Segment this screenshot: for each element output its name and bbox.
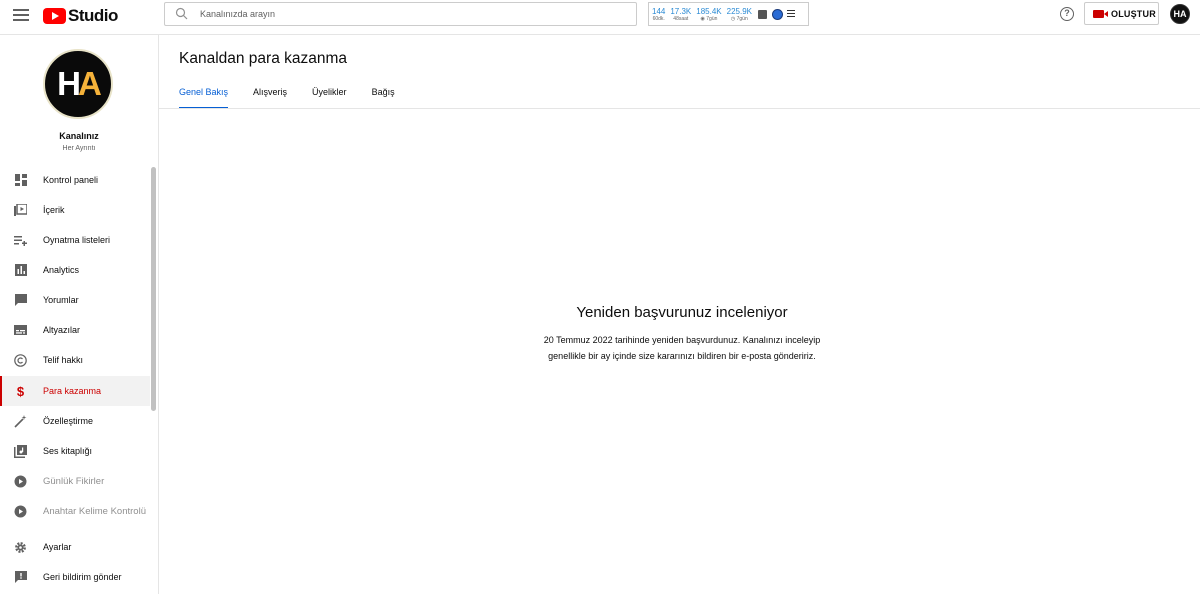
dollar-icon: $ (16, 383, 25, 399)
sidebar-item-label: Anahtar Kelime Kontrolü (43, 505, 146, 517)
stat-watchtime-7d: 225.9K ◷ 7gün (727, 7, 752, 22)
dashboard-icon (14, 174, 27, 187)
sidebar-item-label: Analytics (43, 265, 80, 275)
stat-value: 17.3K (670, 6, 692, 16)
sidebar-item-subtitles[interactable]: Altyazılar (0, 315, 150, 345)
sidebar-item-audio-library[interactable]: Ses kitaplığı (0, 436, 150, 466)
sidebar-scrollbar[interactable] (151, 167, 156, 411)
page-title: Kanaldan para kazanma (179, 50, 348, 67)
tab-overview[interactable]: Genel Bakış (179, 87, 229, 109)
gear-icon (14, 541, 27, 554)
sidebar-item-label: Yorumlar (43, 295, 79, 305)
sidebar-item-label: Telif hakkı (43, 355, 84, 365)
stat-value: 225.9K (726, 6, 752, 16)
tab-donations[interactable]: Bağış (372, 87, 395, 109)
search-box[interactable] (164, 2, 637, 26)
tab-shopping[interactable]: Alışveriş (253, 87, 287, 109)
playlist-icon (14, 234, 27, 247)
tabs-divider (159, 108, 1200, 109)
channel-handle: Her Ayrıntı (62, 145, 96, 152)
sidebar-item-monetization[interactable]: $ Para kazanma (0, 376, 150, 406)
stat-views-7d: 185.4K ◉ 7gün (696, 7, 721, 22)
comments-icon (14, 294, 27, 307)
sidebar-item-label: Ses kitaplığı (43, 446, 93, 456)
sidebar-item-label: Kontrol paneli (43, 175, 99, 185)
sidebar-item-label: Özelleştirme (43, 416, 94, 426)
sidebar-item-playlists[interactable]: Oynatma listeleri (0, 225, 150, 255)
sidebar-item-keyword-check[interactable]: Anahtar Kelime Kontrolü (0, 496, 150, 526)
stat-value: 185.4K (696, 6, 722, 16)
extension-icon (14, 505, 27, 518)
sidebar-item-feedback[interactable]: Geri bildirim gönder (0, 562, 150, 592)
sidebar-item-settings[interactable]: Ayarlar (0, 532, 150, 562)
menu-icon[interactable] (13, 9, 29, 23)
sidebar: HA Kanalınız Her Ayrıntı Kontrol paneli … (0, 35, 159, 594)
sidebar-item-comments[interactable]: Yorumlar (0, 285, 150, 315)
sidebar-item-daily-ideas[interactable]: Günlük Fikirler (0, 466, 150, 496)
youtube-play-icon (43, 8, 66, 24)
analytics-icon (14, 264, 27, 277)
sidebar-item-label: Günlük Fikirler (43, 475, 105, 487)
chart-icon[interactable] (757, 9, 767, 19)
sidebar-item-label: Altyazılar (43, 325, 81, 335)
tab-bar: Genel Bakış Alışveriş Üyelikler Bağış (179, 87, 420, 109)
review-status-text: 20 Temmuz 2022 tarihinde yeniden başvurd… (543, 335, 821, 361)
extension-icon (14, 475, 27, 488)
sidebar-item-label: İçerik (43, 205, 65, 215)
stats-extension-bar[interactable]: 144 60dk. 17.3K 48saat 185.4K ◉ 7gün 225… (648, 2, 809, 26)
stat-60min: 144 60dk. (652, 7, 665, 22)
logo-text: Studio (68, 6, 118, 25)
copyright-icon (14, 353, 27, 367)
stat-48h: 17.3K 48saat (670, 7, 691, 22)
video-camera-icon (1093, 9, 1108, 18)
review-status-title: Yeniden başvurunuz inceleniyor (576, 304, 788, 321)
help-icon[interactable]: ? (1060, 7, 1074, 21)
account-avatar[interactable]: HA (1170, 4, 1190, 24)
search-icon (175, 7, 189, 21)
stat-value: 144 (652, 6, 666, 16)
tab-memberships[interactable]: Üyelikler (312, 87, 347, 109)
create-label: OLUŞTUR (1111, 8, 1156, 19)
customization-icon (14, 414, 27, 428)
sidebar-item-dashboard[interactable]: Kontrol paneli (0, 165, 150, 195)
sidebar-item-label: Ayarlar (43, 542, 72, 552)
content-icon (14, 204, 27, 217)
channel-avatar-logo: HA (57, 65, 102, 102)
sidebar-item-label: Oynatma listeleri (43, 235, 111, 245)
search-input[interactable] (200, 9, 600, 19)
stat-label: 48saat (673, 15, 689, 22)
sidebar-item-content[interactable]: İçerik (0, 195, 150, 225)
sidebar-item-customization[interactable]: Özelleştirme (0, 406, 150, 436)
avatar-initials: HA (1173, 9, 1187, 19)
audio-library-icon (14, 444, 27, 458)
extension-logo-icon[interactable] (771, 8, 783, 20)
sidebar-item-copyright[interactable]: Telif hakkı (0, 345, 150, 375)
subtitles-icon (14, 324, 27, 337)
studio-logo[interactable]: Studio (43, 6, 118, 26)
top-bar: Studio 144 60dk. 17.3K 48saat 185.4K ◉ 7… (0, 0, 1200, 35)
channel-name: Kanalınız (59, 131, 99, 141)
feedback-icon (14, 571, 27, 584)
sidebar-item-label: Geri bildirim gönder (43, 572, 122, 582)
sidebar-item-analytics[interactable]: Analytics (0, 255, 150, 285)
stat-label: 60dk. (652, 15, 665, 22)
stat-label: ◉ 7gün (700, 15, 718, 22)
extension-menu-icon[interactable] (786, 9, 795, 19)
sidebar-item-label: Para kazanma (43, 386, 102, 396)
create-button[interactable]: OLUŞTUR (1084, 2, 1159, 25)
channel-avatar[interactable]: HA (43, 49, 113, 119)
stat-label: ◷ 7gün (730, 15, 748, 22)
